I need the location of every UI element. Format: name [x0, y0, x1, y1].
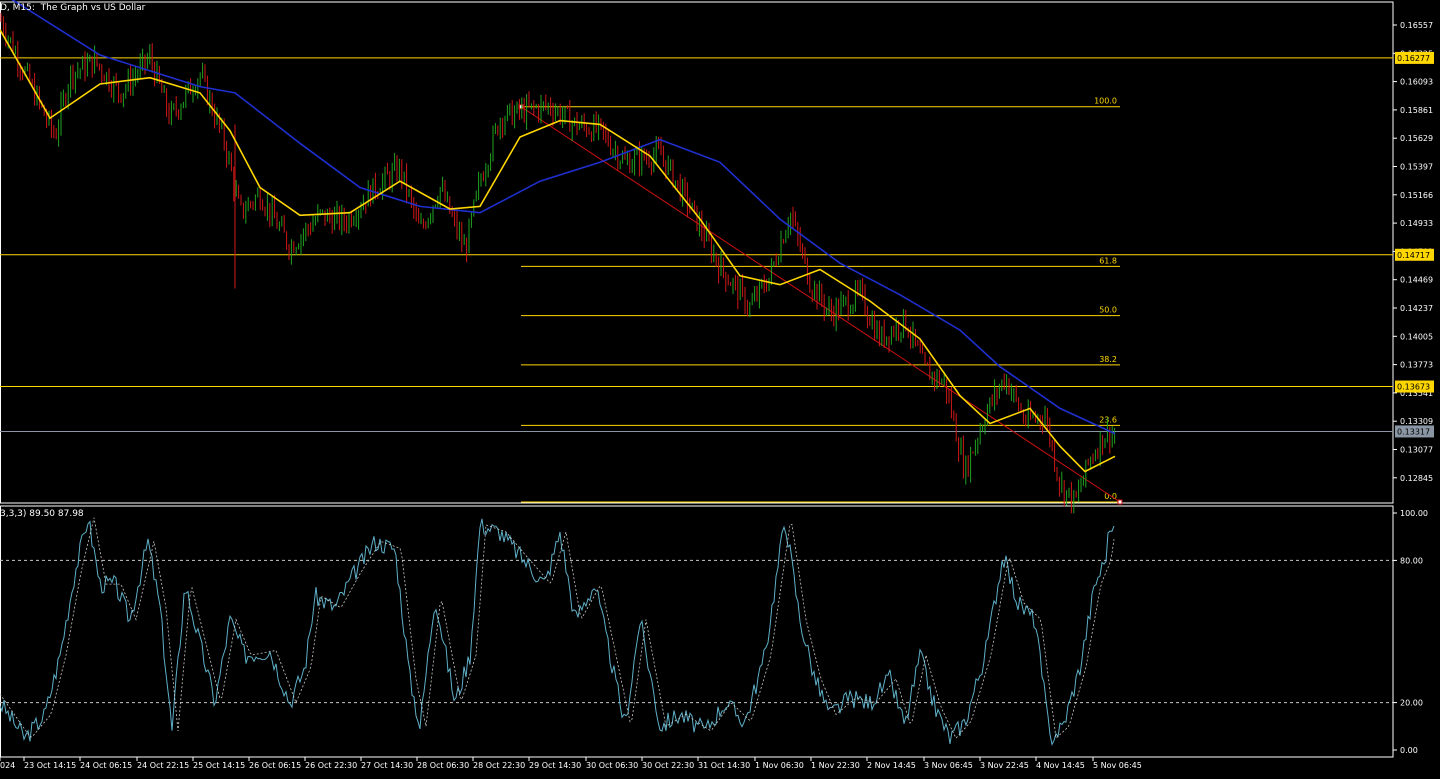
- time-tick-label: 30 Oct 22:30: [642, 761, 694, 770]
- time-tick-label: 024: [0, 761, 15, 770]
- time-tick-label: 1 Nov 06:30: [755, 761, 804, 770]
- trading-chart[interactable]: 100.061.850.038.223.60.0 0.165570.163250…: [0, 0, 1440, 775]
- price-tick-label: 0.14933: [1400, 219, 1433, 228]
- oscillator-main-line: [0, 518, 1115, 746]
- time-tick-label: 24 Oct 22:15: [137, 761, 189, 770]
- fib-label-100.0: 100.0: [1094, 97, 1117, 106]
- price-tick-label: 0.14005: [1400, 332, 1433, 341]
- price-tick-label: 0.13077: [1400, 446, 1433, 455]
- indicator-header: 3,3,3) 89.50 87.98: [0, 509, 84, 519]
- time-tick-label: 26 Oct 22:30: [305, 761, 357, 770]
- price-badge-label-line1: 0.16277: [1397, 54, 1430, 63]
- fib-label-38.2: 38.2: [1099, 355, 1117, 364]
- time-tick-label: 4 Nov 14:45: [1036, 761, 1085, 770]
- time-tick-label: 26 Oct 06:15: [249, 761, 301, 770]
- time-tick-label: 30 Oct 06:30: [586, 761, 638, 770]
- time-tick-label: 31 Oct 14:30: [698, 761, 750, 770]
- oscillator-tick-label: 100.00: [1400, 509, 1428, 518]
- price-tick-label: 0.12845: [1400, 474, 1433, 483]
- price-tick-label: 0.15397: [1400, 163, 1433, 172]
- chart-canvas[interactable]: 100.061.850.038.223.60.0 0.165570.163250…: [0, 0, 1440, 775]
- price-tick-label: 0.14237: [1400, 304, 1433, 313]
- fib-trend-line: [520, 106, 1121, 503]
- price-tick-label: 0.14469: [1400, 276, 1433, 285]
- fib-label-50.0: 50.0: [1099, 306, 1117, 315]
- moving-average-fast: [0, 29, 1116, 473]
- price-tick-label: 0.13309: [1400, 417, 1433, 426]
- price-pane-frame: [0, 1, 1394, 504]
- oscillator-pane-frame: [0, 505, 1394, 758]
- price-tick-label: 0.15861: [1400, 106, 1433, 115]
- time-tick-label: 28 Oct 06:30: [417, 761, 469, 770]
- fib-anchor-end: [1117, 499, 1123, 505]
- price-badge-label-line3: 0.13673: [1397, 383, 1430, 392]
- time-tick-label: 5 Nov 06:45: [1093, 761, 1142, 770]
- time-tick-label: 24 Oct 06:15: [80, 761, 132, 770]
- price-tick-label: 0.15166: [1400, 191, 1433, 200]
- fib-label-23.6: 23.6: [1099, 415, 1117, 424]
- moving-average-slow: [11, 0, 1116, 435]
- price-badge-label-current: 0.13317: [1397, 427, 1430, 436]
- time-tick-label: 29 Oct 14:30: [529, 761, 581, 770]
- time-tick-label: 25 Oct 14:15: [193, 761, 245, 770]
- fib-label-61.8: 61.8: [1099, 256, 1117, 265]
- time-tick-label: 1 Nov 22:30: [811, 761, 860, 770]
- price-tick-label: 0.16093: [1400, 78, 1433, 87]
- time-tick-label: 28 Oct 22:30: [473, 761, 525, 770]
- chart-title: D, M15: The Graph vs US Dollar: [0, 3, 146, 13]
- oscillator-signal-line: [0, 517, 1115, 739]
- oscillator-tick-label: 0.00: [1400, 746, 1418, 755]
- oscillator-tick-label: 80.00: [1400, 556, 1423, 565]
- time-tick-label: 3 Nov 06:45: [924, 761, 973, 770]
- time-tick-label: 27 Oct 14:30: [361, 761, 413, 770]
- time-tick-label: 3 Nov 22:45: [980, 761, 1029, 770]
- price-tick-label: 0.15629: [1400, 134, 1433, 143]
- price-tick-label: 0.16557: [1400, 21, 1433, 30]
- oscillator-tick-label: 20.00: [1400, 699, 1423, 708]
- price-badge-label-line2: 0.14717: [1397, 251, 1430, 260]
- price-tick-label: 0.13773: [1400, 361, 1433, 370]
- time-tick-label: 2 Nov 14:45: [867, 761, 916, 770]
- time-tick-label: 23 Oct 14:15: [24, 761, 76, 770]
